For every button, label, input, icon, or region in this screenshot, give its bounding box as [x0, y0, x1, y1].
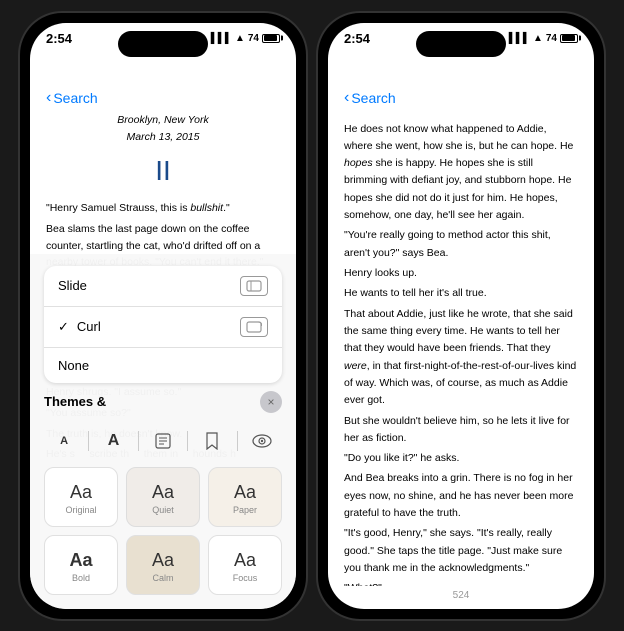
left-phone: 2:54 ▌▌▌ ▲ 74 ‹ Search	[18, 11, 308, 621]
themes-header-row: Themes & ×	[44, 391, 282, 413]
transition-item-curl[interactable]: ✓ Curl	[44, 307, 282, 348]
back-button-left[interactable]: ‹ Search	[46, 89, 98, 107]
theme-calm-aa: Aa	[152, 550, 174, 571]
battery-text-right: 74	[546, 33, 557, 44]
transition-item-none[interactable]: None	[44, 348, 282, 383]
back-chevron-right: ‹	[344, 89, 349, 107]
theme-focus-name: Focus	[233, 573, 258, 583]
separator-1	[88, 431, 89, 451]
status-bar-right: 2:54 ▌▌▌ ▲ 74	[328, 23, 594, 50]
book-date: March 13, 2015	[46, 130, 280, 146]
back-label-right: Search	[351, 90, 395, 106]
separator-2	[138, 431, 139, 451]
back-button-right[interactable]: ‹ Search	[344, 89, 396, 107]
wifi-icon-right: ▲	[533, 33, 543, 44]
theme-quiet[interactable]: Aa Quiet	[126, 467, 200, 527]
theme-calm-name: Calm	[152, 573, 173, 583]
signal-icon: ▌▌▌	[211, 33, 232, 44]
signal-icon-right: ▌▌▌	[509, 33, 530, 44]
time-left: 2:54	[46, 31, 72, 46]
overlay-panel: Slide ✓ Curl None	[30, 254, 296, 609]
theme-quiet-aa: Aa	[152, 482, 174, 503]
paragraph-button[interactable]	[147, 427, 179, 455]
chapter-number: II	[46, 150, 280, 192]
right-phone-inner: 2:54 ▌▌▌ ▲ 74 ‹ Search He d	[328, 23, 594, 609]
theme-bold-name: Bold	[72, 573, 90, 583]
slide-icon	[240, 276, 268, 296]
battery-icon-left	[262, 34, 280, 43]
theme-paper[interactable]: Aa Paper	[208, 467, 282, 527]
theme-paper-aa: Aa	[234, 482, 256, 503]
close-button[interactable]: ×	[260, 391, 282, 413]
bottom-toolbar: A A	[44, 421, 282, 461]
book-content-right: He does not know what happened to Addie,…	[328, 113, 594, 586]
theme-focus-aa: Aa	[234, 550, 256, 571]
phones-container: 2:54 ▌▌▌ ▲ 74 ‹ Search	[18, 11, 606, 621]
separator-3	[187, 431, 188, 451]
right-phone: 2:54 ▌▌▌ ▲ 74 ‹ Search He d	[316, 11, 606, 621]
separator-4	[237, 431, 238, 451]
status-icons-right: ▌▌▌ ▲ 74	[509, 33, 578, 44]
back-chevron-left: ‹	[46, 89, 51, 107]
theme-original-aa: Aa	[70, 482, 92, 503]
status-icons-left: ▌▌▌ ▲ 74	[211, 33, 280, 44]
curl-icon	[240, 317, 268, 337]
themes-label: Themes &	[44, 394, 106, 409]
transition-slide-label: Slide	[58, 278, 232, 293]
theme-focus[interactable]: Aa Focus	[208, 535, 282, 595]
book-location: Brooklyn, New York	[46, 113, 280, 129]
back-label-left: Search	[53, 90, 97, 106]
time-right: 2:54	[344, 31, 370, 46]
large-a-button[interactable]: A	[98, 427, 130, 455]
theme-original-name: Original	[65, 505, 96, 515]
page-number: 524	[328, 586, 594, 609]
theme-bold[interactable]: Aa Bold	[44, 535, 118, 595]
theme-quiet-name: Quiet	[152, 505, 174, 515]
theme-paper-name: Paper	[233, 505, 257, 515]
battery-text: 74	[248, 33, 259, 44]
transition-options: Slide ✓ Curl None	[44, 266, 282, 383]
book-header: Brooklyn, New York March 13, 2015 II	[46, 113, 280, 193]
eye-button[interactable]	[246, 427, 278, 455]
wifi-icon: ▲	[235, 33, 245, 44]
left-phone-inner: 2:54 ▌▌▌ ▲ 74 ‹ Search	[30, 23, 296, 609]
themes-grid: Aa Original Aa Quiet Aa Paper Aa Bold	[44, 467, 282, 595]
theme-calm[interactable]: Aa Calm	[126, 535, 200, 595]
curl-check: ✓	[58, 319, 69, 335]
bookmark-button[interactable]	[196, 427, 228, 455]
nav-bar-right[interactable]: ‹ Search	[328, 57, 594, 113]
theme-original[interactable]: Aa Original	[44, 467, 118, 527]
theme-bold-aa: Aa	[69, 550, 92, 571]
nav-bar-left[interactable]: ‹ Search	[30, 57, 296, 113]
small-a-button[interactable]: A	[48, 427, 80, 455]
transition-none-label: None	[58, 358, 268, 373]
status-bar-left: 2:54 ▌▌▌ ▲ 74	[30, 23, 296, 50]
transition-curl-label: Curl	[77, 319, 232, 334]
battery-icon-right	[560, 34, 578, 43]
transition-item-slide[interactable]: Slide	[44, 266, 282, 307]
